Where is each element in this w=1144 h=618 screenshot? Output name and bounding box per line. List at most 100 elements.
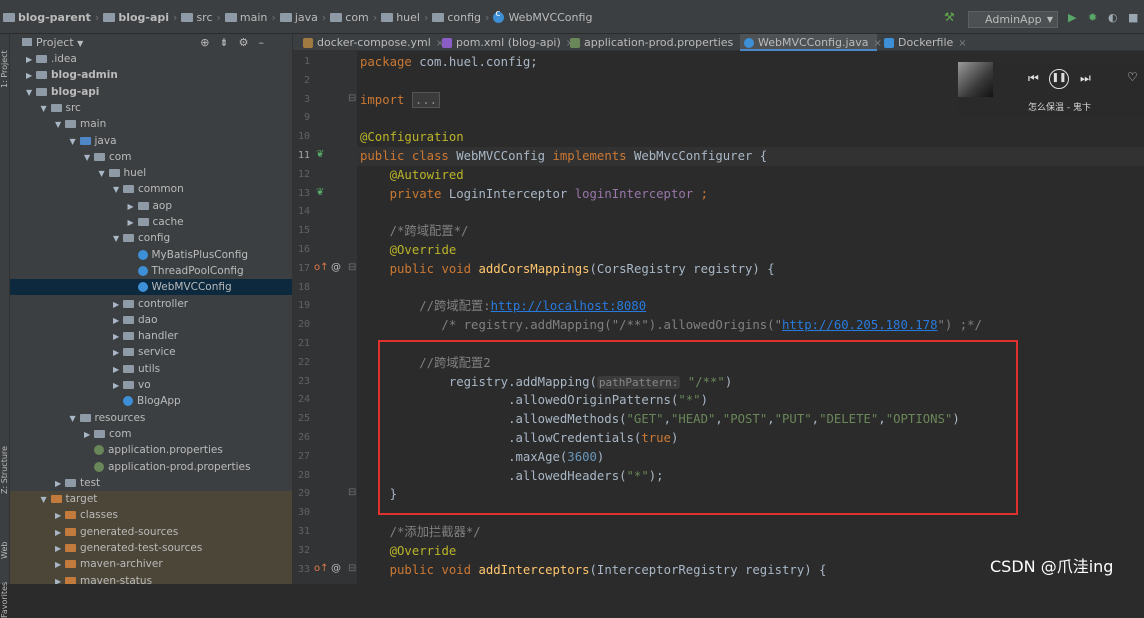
chevron-down-icon[interactable]: ▼ [26,85,36,101]
editor-tab[interactable]: WebMVCConfig.java × [740,34,882,51]
tree-item[interactable]: ▶ maven-status [10,572,292,584]
chevron-down-icon[interactable]: ▼ [113,182,123,198]
editor-tab[interactable]: Dockerfile × [880,34,967,51]
breadcrumb-item[interactable]: WebMVCConfig [508,11,592,24]
tree-item[interactable]: ▼ main [10,116,292,133]
chevron-down-icon[interactable]: ▼ [41,492,51,508]
chevron-right-icon[interactable]: ▶ [55,541,65,557]
tree-item[interactable]: WebMVCConfig [10,279,292,296]
override-gutter-icon[interactable]: o↑ [314,262,329,273]
bean-gutter-icon[interactable]: ❦ [316,187,324,198]
close-icon[interactable]: × [958,38,966,49]
project-panel-header[interactable]: Project ▼ ⊕⇟⚙– [10,34,292,51]
breadcrumb-item[interactable]: config [447,11,481,24]
pause-button[interactable]: ❚❚ [1049,69,1069,89]
editor-tab[interactable]: docker-compose.yml × [299,34,444,51]
breadcrumb-item[interactable]: blog-api [118,11,169,24]
tree-item[interactable]: ▶ dao [10,312,292,329]
editor-tab[interactable]: application-prod.properties× [566,34,747,51]
stop-icon[interactable]: ■ [1128,11,1140,24]
tree-item[interactable]: ▶ aop [10,198,292,214]
chevron-down-icon[interactable]: ▼ [70,411,80,427]
tree-item[interactable]: ▶ service [10,344,292,361]
chevron-right-icon[interactable]: ▶ [113,297,123,313]
tree-item[interactable]: ▼ config [10,230,292,247]
tree-item[interactable]: application.properties [10,442,292,458]
tree-item[interactable]: ▼ common [10,181,292,198]
override-gutter-icon[interactable]: o↑ [314,563,329,574]
fold-icon[interactable]: ⊟ [348,262,356,273]
fold-icon[interactable]: ⊟ [348,487,356,498]
tree-item[interactable]: ▶ blog-admin [10,67,292,84]
coverage-icon[interactable]: ◐ [1108,11,1120,24]
chevron-right-icon[interactable]: ▶ [55,508,65,524]
tree-item[interactable]: ▶ classes [10,507,292,524]
chevron-right-icon[interactable]: ▶ [113,378,123,394]
run-icon[interactable]: ▶ [1068,11,1080,24]
tree-item[interactable]: ▶ handler [10,328,292,345]
tree-item[interactable]: ▶ utils [10,361,292,378]
editor-tab[interactable]: pom.xml (blog-api)× [438,34,574,51]
fold-icon[interactable]: ⊟ [348,563,356,574]
gear-icon[interactable]: ⚙ [239,36,259,49]
chevron-right-icon[interactable]: ▶ [26,68,36,84]
bean-gutter-icon[interactable]: ❦ [316,149,324,160]
breadcrumb-item[interactable]: com [345,11,369,24]
previous-track-icon[interactable]: ⏮ [1028,71,1039,86]
tree-item[interactable]: ThreadPoolConfig [10,263,292,279]
build-hammer-icon[interactable]: ⚒ [944,10,956,24]
run-configuration-select[interactable]: AdminApp ▼ [968,11,1058,28]
web-tool-label[interactable]: Web [0,529,10,559]
tree-item[interactable]: MyBatisPlusConfig [10,247,292,263]
breadcrumb-item[interactable]: src [196,11,212,24]
breadcrumb-item[interactable]: huel [396,11,420,24]
chevron-right-icon[interactable]: ▶ [84,427,94,443]
chevron-right-icon[interactable]: ▶ [128,215,138,231]
tree-item[interactable]: ▼ target [10,491,292,508]
breadcrumb-item[interactable]: main [240,11,267,24]
hide-icon[interactable]: – [259,36,275,49]
chevron-down-icon[interactable]: ▼ [84,150,94,166]
chevron-down-icon[interactable]: ▼ [55,117,65,133]
chevron-right-icon[interactable]: ▶ [113,313,123,329]
tree-item[interactable]: ▼ java [10,133,292,150]
chevron-right-icon[interactable]: ▶ [113,329,123,345]
chevron-down-icon[interactable]: ▼ [70,134,80,150]
annotation-gutter-icon[interactable]: @ [331,262,341,273]
locate-icon[interactable]: ⊕ [200,36,219,49]
folded-imports[interactable]: ... [411,91,441,108]
collapse-icon[interactable]: ⇟ [219,36,238,49]
debug-icon[interactable]: ✹ [1088,11,1100,24]
tree-item[interactable]: BlogApp [10,393,292,409]
next-track-icon[interactable]: ⏭ [1080,71,1091,86]
chevron-down-icon[interactable]: ▼ [113,231,123,247]
tree-item[interactable]: ▶ generated-sources [10,523,292,541]
tree-item[interactable]: ▼ huel [10,165,292,182]
fold-icon[interactable]: ⊟ [348,93,356,104]
chevron-right-icon[interactable]: ▶ [55,574,65,584]
tree-item[interactable]: ▼ resources [10,410,292,427]
tree-item[interactable]: ▶ vo [10,377,292,394]
tree-item[interactable]: ▶ maven-archiver [10,556,292,573]
breadcrumb-item[interactable]: java [295,11,318,24]
chevron-right-icon[interactable]: ▶ [113,345,123,361]
chevron-right-icon[interactable]: ▶ [55,557,65,573]
chevron-right-icon[interactable]: ▶ [113,362,123,378]
chevron-right-icon[interactable]: ▶ [55,525,65,541]
heart-icon[interactable]: ♡ [1127,70,1138,84]
project-tool-label[interactable]: 1: Project [0,38,10,88]
tree-item[interactable]: ▶ test [10,475,292,492]
chevron-right-icon[interactable]: ▶ [26,52,36,68]
tree-item[interactable]: ▶ com [10,426,292,443]
chevron-down-icon[interactable]: ▼ [41,101,51,117]
chevron-down-icon[interactable]: ▼ [99,166,109,182]
album-cover[interactable] [958,62,993,97]
annotation-gutter-icon[interactable]: @ [331,563,341,574]
tree-item[interactable]: ▶ generated-test-sources [10,540,292,557]
chevron-right-icon[interactable]: ▶ [55,476,65,492]
tree-item[interactable]: ▼ blog-api [10,84,292,101]
tree-item[interactable]: ▼ src [10,100,292,117]
tree-item[interactable]: ▶ .idea [10,51,292,68]
breadcrumb-item[interactable]: blog-parent [18,11,91,24]
tree-item[interactable]: ▼ com [10,149,292,166]
